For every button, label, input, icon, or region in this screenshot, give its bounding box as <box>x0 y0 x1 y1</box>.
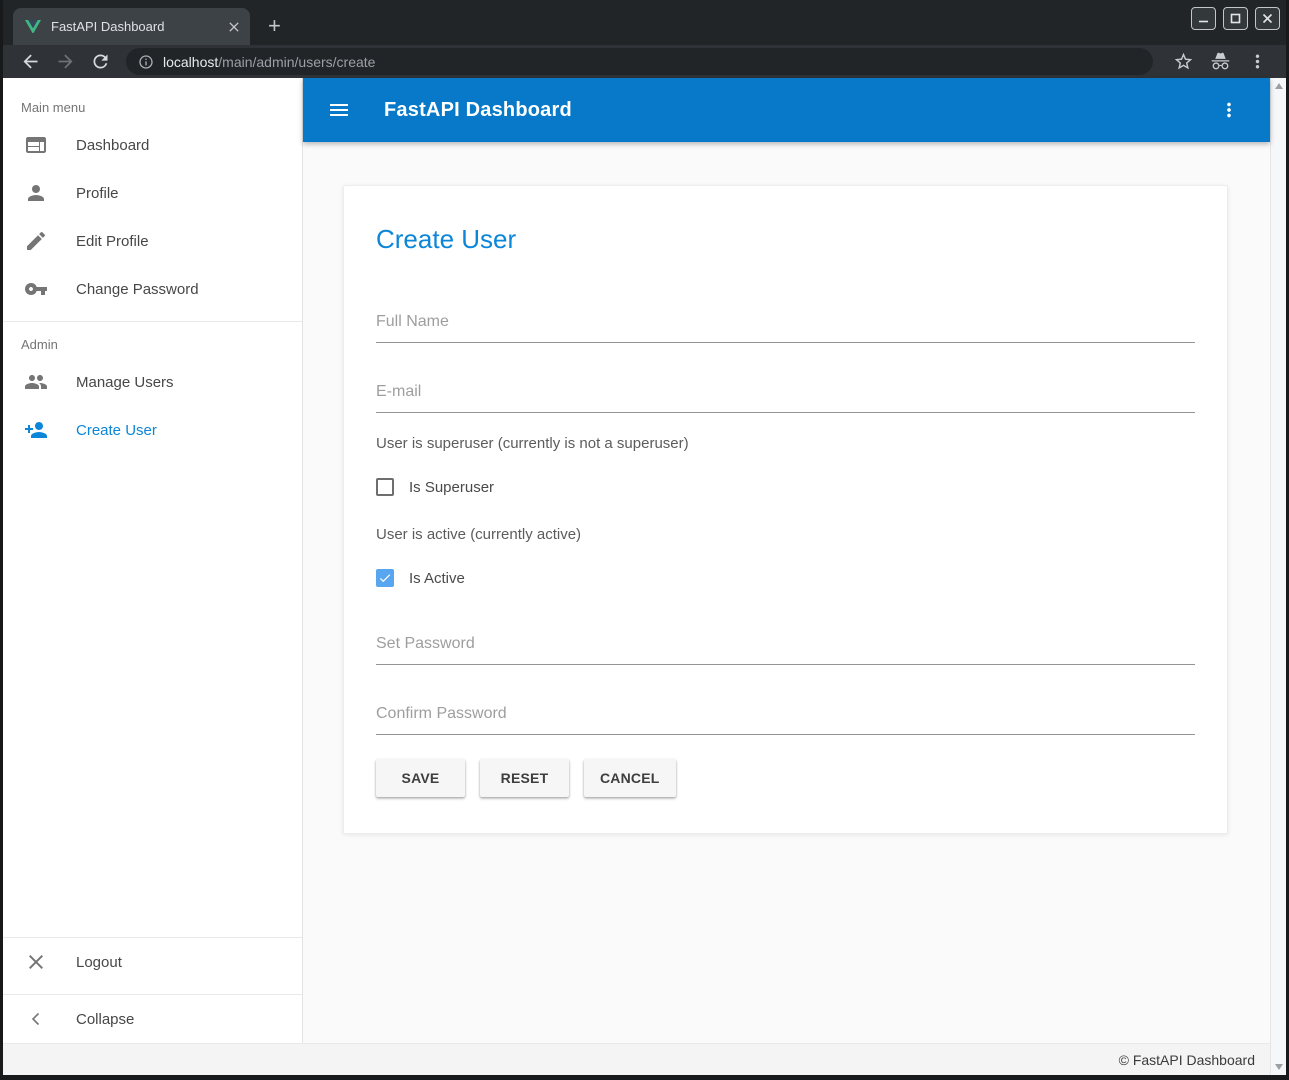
save-button[interactable]: SAVE <box>376 759 465 797</box>
set-password-input[interactable] <box>376 629 1195 665</box>
app-page: Main menu Dashboard Profile <box>3 78 1270 1075</box>
sidebar-item-label: Edit Profile <box>76 233 149 250</box>
key-icon <box>24 277 48 301</box>
back-icon[interactable] <box>20 51 41 72</box>
people-icon <box>24 370 48 394</box>
sidebar-item-profile[interactable]: Profile <box>3 169 302 217</box>
is-superuser-checkbox-row[interactable]: Is Superuser <box>376 478 1195 496</box>
browser-menu-kebab-icon[interactable] <box>1247 51 1268 72</box>
tab-title: FastAPI Dashboard <box>51 19 226 34</box>
incognito-icon <box>1210 51 1231 72</box>
sidebar-item-label: Logout <box>76 954 122 971</box>
tab-strip: FastAPI Dashboard + <box>3 0 1286 45</box>
is-active-checkbox-row[interactable]: Is Active <box>376 569 1195 587</box>
person-icon <box>24 181 48 205</box>
check-icon <box>378 570 392 586</box>
sidebar-item-manage-users[interactable]: Manage Users <box>3 358 302 406</box>
page-viewport: Main menu Dashboard Profile <box>3 78 1286 1075</box>
app-title: FastAPI Dashboard <box>384 99 572 122</box>
cancel-button[interactable]: CANCEL <box>584 759 676 797</box>
dashboard-icon <box>24 133 48 157</box>
sidebar-item-label: Create User <box>76 422 157 439</box>
sidebar-section-admin: Admin <box>3 322 302 358</box>
email-input[interactable] <box>376 377 1195 413</box>
close-window-button[interactable] <box>1255 7 1280 30</box>
sidebar-item-label: Dashboard <box>76 137 149 154</box>
browser-window: FastAPI Dashboard + <box>0 0 1289 1080</box>
site-info-icon[interactable] <box>138 54 154 70</box>
scrollbar-down-arrow-icon[interactable] <box>1275 1064 1283 1070</box>
page-title: Create User <box>376 224 1195 255</box>
form-buttons: SAVE RESET CANCEL <box>376 759 1195 797</box>
content-row: Main menu Dashboard Profile <box>3 78 1270 1043</box>
url-host: localhost <box>163 54 218 70</box>
address-bar[interactable]: localhost/main/admin/users/create <box>126 48 1153 75</box>
window-controls <box>1191 7 1280 30</box>
sidebar-item-collapse[interactable]: Collapse <box>3 995 302 1043</box>
app-header: FastAPI Dashboard <box>303 78 1270 142</box>
main-area: FastAPI Dashboard Create User User is su… <box>303 78 1270 1043</box>
sidebar-item-label: Manage Users <box>76 374 174 391</box>
bookmark-star-icon[interactable] <box>1173 51 1194 72</box>
confirm-password-input[interactable] <box>376 699 1195 735</box>
page-scrollbar[interactable] <box>1270 78 1286 1075</box>
sidebar-item-dashboard[interactable]: Dashboard <box>3 121 302 169</box>
is-superuser-checkbox[interactable] <box>376 478 394 496</box>
checkbox-label: Is Active <box>409 570 465 587</box>
sidebar-item-label: Collapse <box>76 1011 134 1028</box>
app-menu-kebab-icon[interactable] <box>1218 99 1240 121</box>
minimize-button[interactable] <box>1191 7 1216 30</box>
close-x-icon <box>24 950 48 974</box>
reload-icon[interactable] <box>90 51 111 72</box>
footer-copyright: © FastAPI Dashboard <box>1119 1052 1255 1068</box>
vue-logo-icon <box>25 20 41 34</box>
tab-close-icon[interactable] <box>226 19 242 35</box>
reset-button[interactable]: RESET <box>480 759 569 797</box>
forward-icon[interactable] <box>55 51 76 72</box>
browser-tab[interactable]: FastAPI Dashboard <box>13 8 250 45</box>
superuser-hint: User is superuser (currently is not a su… <box>376 435 1195 452</box>
active-hint: User is active (currently active) <box>376 526 1195 543</box>
full-name-input[interactable] <box>376 307 1195 343</box>
sidebar-item-logout[interactable]: Logout <box>3 938 302 986</box>
new-tab-button[interactable]: + <box>268 15 281 37</box>
url-text: localhost/main/admin/users/create <box>163 54 375 70</box>
scrollbar-up-arrow-icon[interactable] <box>1275 83 1283 89</box>
url-path: /main/admin/users/create <box>218 54 375 70</box>
sidebar-item-create-user[interactable]: Create User <box>3 406 302 454</box>
maximize-button[interactable] <box>1223 7 1248 30</box>
is-active-checkbox[interactable] <box>376 569 394 587</box>
pencil-icon <box>24 229 48 253</box>
sidebar: Main menu Dashboard Profile <box>3 78 303 1043</box>
browser-toolbar: localhost/main/admin/users/create <box>3 45 1286 78</box>
sidebar-item-label: Change Password <box>76 281 199 298</box>
checkbox-label: Is Superuser <box>409 479 494 496</box>
sidebar-item-change-password[interactable]: Change Password <box>3 265 302 313</box>
sidebar-spacer <box>3 454 302 929</box>
sidebar-section-main-menu: Main menu <box>3 78 302 121</box>
sidebar-item-edit-profile[interactable]: Edit Profile <box>3 217 302 265</box>
app-footer: © FastAPI Dashboard <box>3 1043 1270 1075</box>
person-add-icon <box>24 418 48 442</box>
hamburger-menu-icon[interactable] <box>327 98 351 122</box>
chevron-left-icon <box>24 1007 48 1031</box>
main-content: Create User User is superuser (currently… <box>303 142 1270 1043</box>
sidebar-item-label: Profile <box>76 185 119 202</box>
create-user-card: Create User User is superuser (currently… <box>343 185 1228 834</box>
